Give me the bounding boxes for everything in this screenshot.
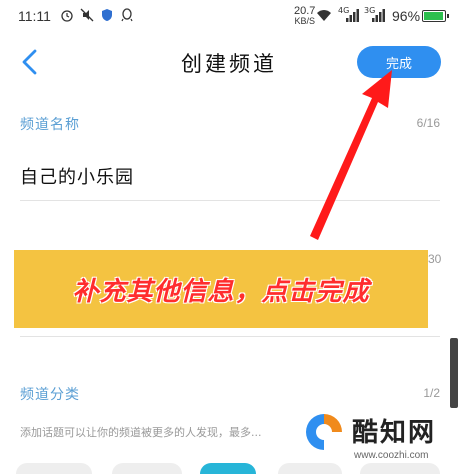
wifi-icon bbox=[317, 10, 331, 21]
channel-name-label: 频道名称 bbox=[20, 117, 80, 133]
status-bar: 11:11 20.7 KB/S 4G 3G 96% bbox=[0, 0, 458, 32]
channel-name-input[interactable] bbox=[20, 160, 440, 192]
signal-1-icon bbox=[346, 9, 359, 22]
qq-icon bbox=[121, 8, 133, 22]
category-hint: 添加话题可以让你的频道被更多的人发现，最多... bbox=[20, 426, 262, 439]
net-speed: 20.7 KB/S bbox=[294, 6, 315, 26]
battery-icon bbox=[422, 10, 449, 22]
category-tag[interactable] bbox=[112, 463, 182, 474]
battery-percent: 96% bbox=[392, 8, 421, 24]
done-button[interactable]: 完成 bbox=[357, 46, 441, 78]
alarm-icon bbox=[61, 10, 73, 22]
shield-icon bbox=[102, 9, 112, 21]
divider bbox=[20, 336, 440, 337]
mute-icon bbox=[80, 8, 94, 22]
category-tag-selected[interactable] bbox=[200, 463, 256, 474]
instruction-banner-text: 补充其他信息，点击完成 bbox=[72, 276, 370, 307]
watermark: 酷知网 www.coozhi.com bbox=[302, 410, 454, 472]
category-tag[interactable] bbox=[16, 463, 92, 474]
channel-category-counter: 1/2 bbox=[423, 386, 440, 400]
watermark-name: 酷知网 bbox=[352, 418, 437, 448]
coozhi-logo-icon bbox=[304, 412, 344, 452]
net-speed-unit: KB/S bbox=[294, 16, 315, 26]
divider bbox=[20, 200, 440, 201]
watermark-url: www.coozhi.com bbox=[354, 450, 429, 461]
nav-bar: 创建频道 完成 bbox=[0, 38, 458, 86]
description-counter: 30 bbox=[428, 252, 442, 266]
instruction-banner: 补充其他信息，点击完成 bbox=[14, 250, 428, 328]
status-time: 11:11 bbox=[18, 8, 51, 24]
channel-name-counter: 6/16 bbox=[416, 116, 440, 130]
scrollbar[interactable] bbox=[450, 338, 458, 408]
channel-category-label: 频道分类 bbox=[20, 387, 80, 403]
status-icons bbox=[60, 8, 134, 22]
signal-2-icon bbox=[372, 9, 385, 22]
